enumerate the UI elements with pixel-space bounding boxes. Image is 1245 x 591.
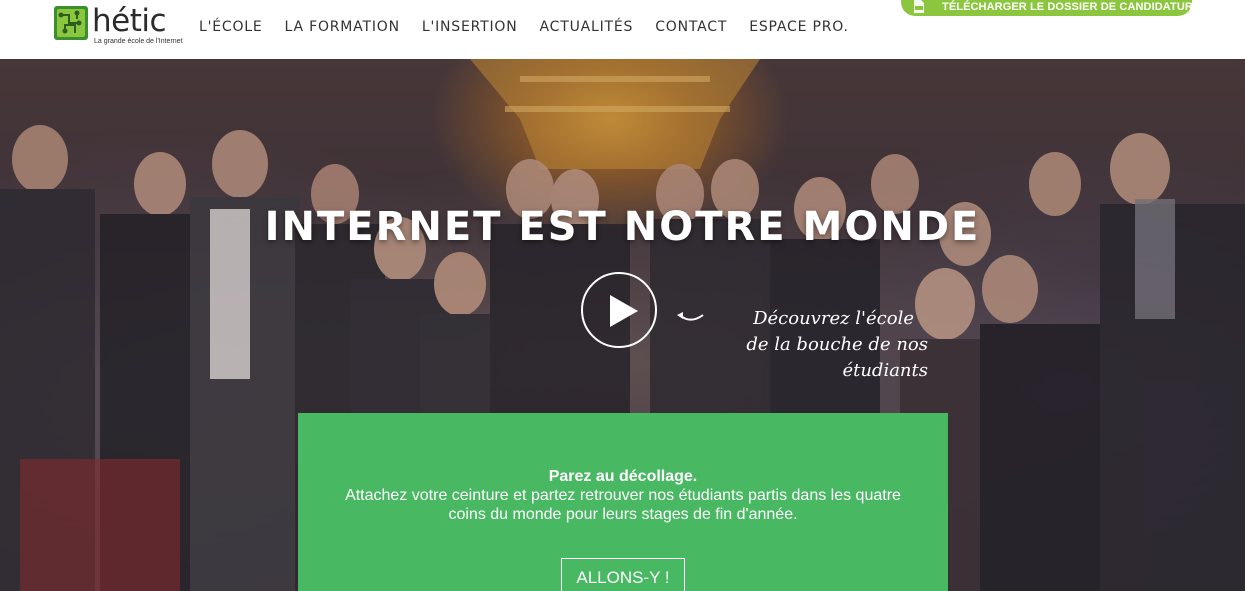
promo-title: Parez au décollage. (548, 468, 698, 485)
allons-y-button[interactable]: ALLONS-Y ! (561, 558, 685, 591)
site-header: hétic La grande école de l'Internet L'ÉC… (0, 0, 1245, 59)
nav-item-espace-pro[interactable]: ESPACE PRO. (749, 19, 849, 35)
logo-wordmark: hétic (92, 3, 167, 39)
nav-item-contact[interactable]: CONTACT (655, 19, 727, 35)
nav-item-ecole[interactable]: L'ÉCOLE (199, 19, 263, 35)
promo-panel: Parez au décollage. Attachez votre ceint… (298, 413, 948, 591)
play-video-button[interactable] (581, 272, 657, 348)
hero-caption-line-2: de la bouche de nos étudiants (746, 334, 928, 381)
main-nav: L'ÉCOLE LA FORMATION L'INSERTION ACTUALI… (199, 19, 871, 35)
download-label: TÉLÉCHARGER LE DOSSIER DE CANDIDATURE (942, 1, 1201, 13)
logo-tagline: La grande école de l'Internet (94, 38, 183, 45)
hetic-logo[interactable]: hétic La grande école de l'Internet (53, 3, 183, 47)
play-icon (610, 295, 638, 327)
promo-text: Attachez votre ceinture et partez retrou… (345, 487, 901, 523)
pdf-icon (914, 0, 924, 13)
logo-mark-icon (54, 6, 88, 40)
hero-caption: Découvrez l'école de la bouche de nos ét… (668, 306, 928, 384)
download-application-button[interactable]: TÉLÉCHARGER LE DOSSIER DE CANDIDATURE (901, 0, 1200, 16)
nav-item-insertion[interactable]: L'INSERTION (422, 19, 518, 35)
hero-title: INTERNET EST NOTRE MONDE (264, 204, 981, 250)
nav-item-formation[interactable]: LA FORMATION (285, 19, 400, 35)
nav-item-actualites[interactable]: ACTUALITÉS (540, 19, 634, 35)
hero-caption-line-1: Découvrez l'école (753, 308, 914, 329)
hero-banner: INTERNET EST NOTRE MONDE Découvrez l'éco… (0, 59, 1245, 591)
